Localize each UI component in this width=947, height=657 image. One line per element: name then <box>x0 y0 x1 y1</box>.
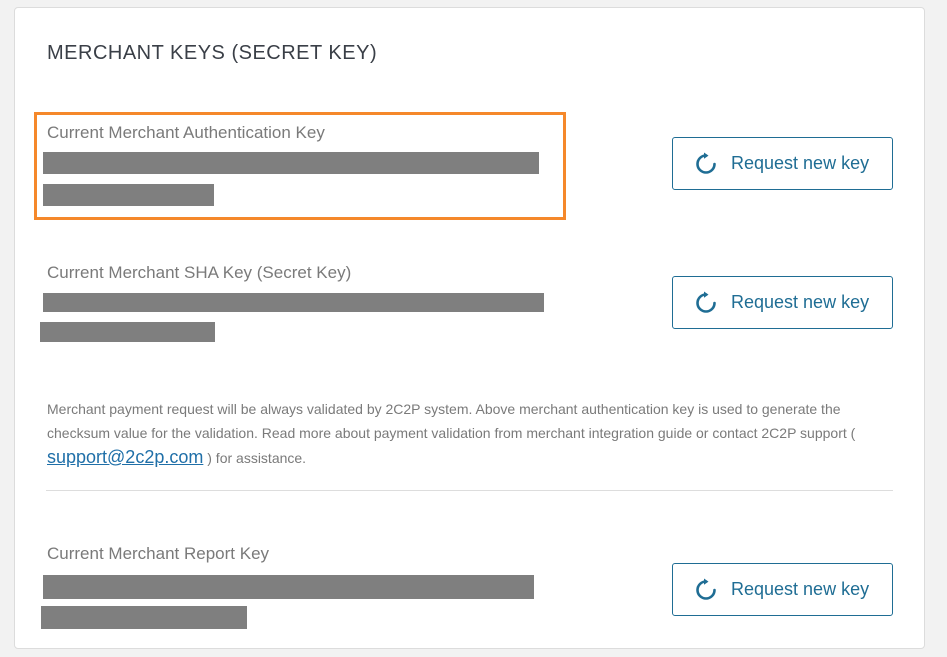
request-new-sha-key-button[interactable]: Request new key <box>672 276 893 329</box>
validation-note: Merchant payment request will be always … <box>47 397 897 470</box>
report-key-redacted-line-1 <box>43 575 534 599</box>
sha-key-redacted-line-1 <box>43 293 544 312</box>
sha-key-redacted-line-2 <box>40 322 215 342</box>
support-email-link[interactable]: support@2c2p.com <box>47 447 203 467</box>
refresh-icon <box>693 151 719 177</box>
report-key-redacted-line-2 <box>41 606 247 629</box>
note-text-after: ) for assistance. <box>203 450 307 466</box>
note-text-before: Merchant payment request will be always … <box>47 401 856 441</box>
button-label: Request new key <box>731 292 870 312</box>
request-new-report-key-button[interactable]: Request new key <box>672 563 893 616</box>
request-new-auth-key-button[interactable]: Request new key <box>672 137 893 190</box>
sha-key-label: Current Merchant SHA Key (Secret Key) <box>47 263 352 282</box>
refresh-icon <box>693 290 719 316</box>
auth-key-label: Current Merchant Authentication Key <box>47 123 325 142</box>
section-title: MERCHANT KEYS (SECRET KEY) <box>47 42 378 64</box>
report-key-label: Current Merchant Report Key <box>47 544 270 563</box>
button-label: Request new key <box>731 153 870 173</box>
divider <box>46 490 893 491</box>
refresh-icon <box>693 577 719 603</box>
auth-key-redacted-line-2 <box>43 184 214 206</box>
button-label: Request new key <box>731 579 870 599</box>
auth-key-redacted-line-1 <box>43 152 539 174</box>
